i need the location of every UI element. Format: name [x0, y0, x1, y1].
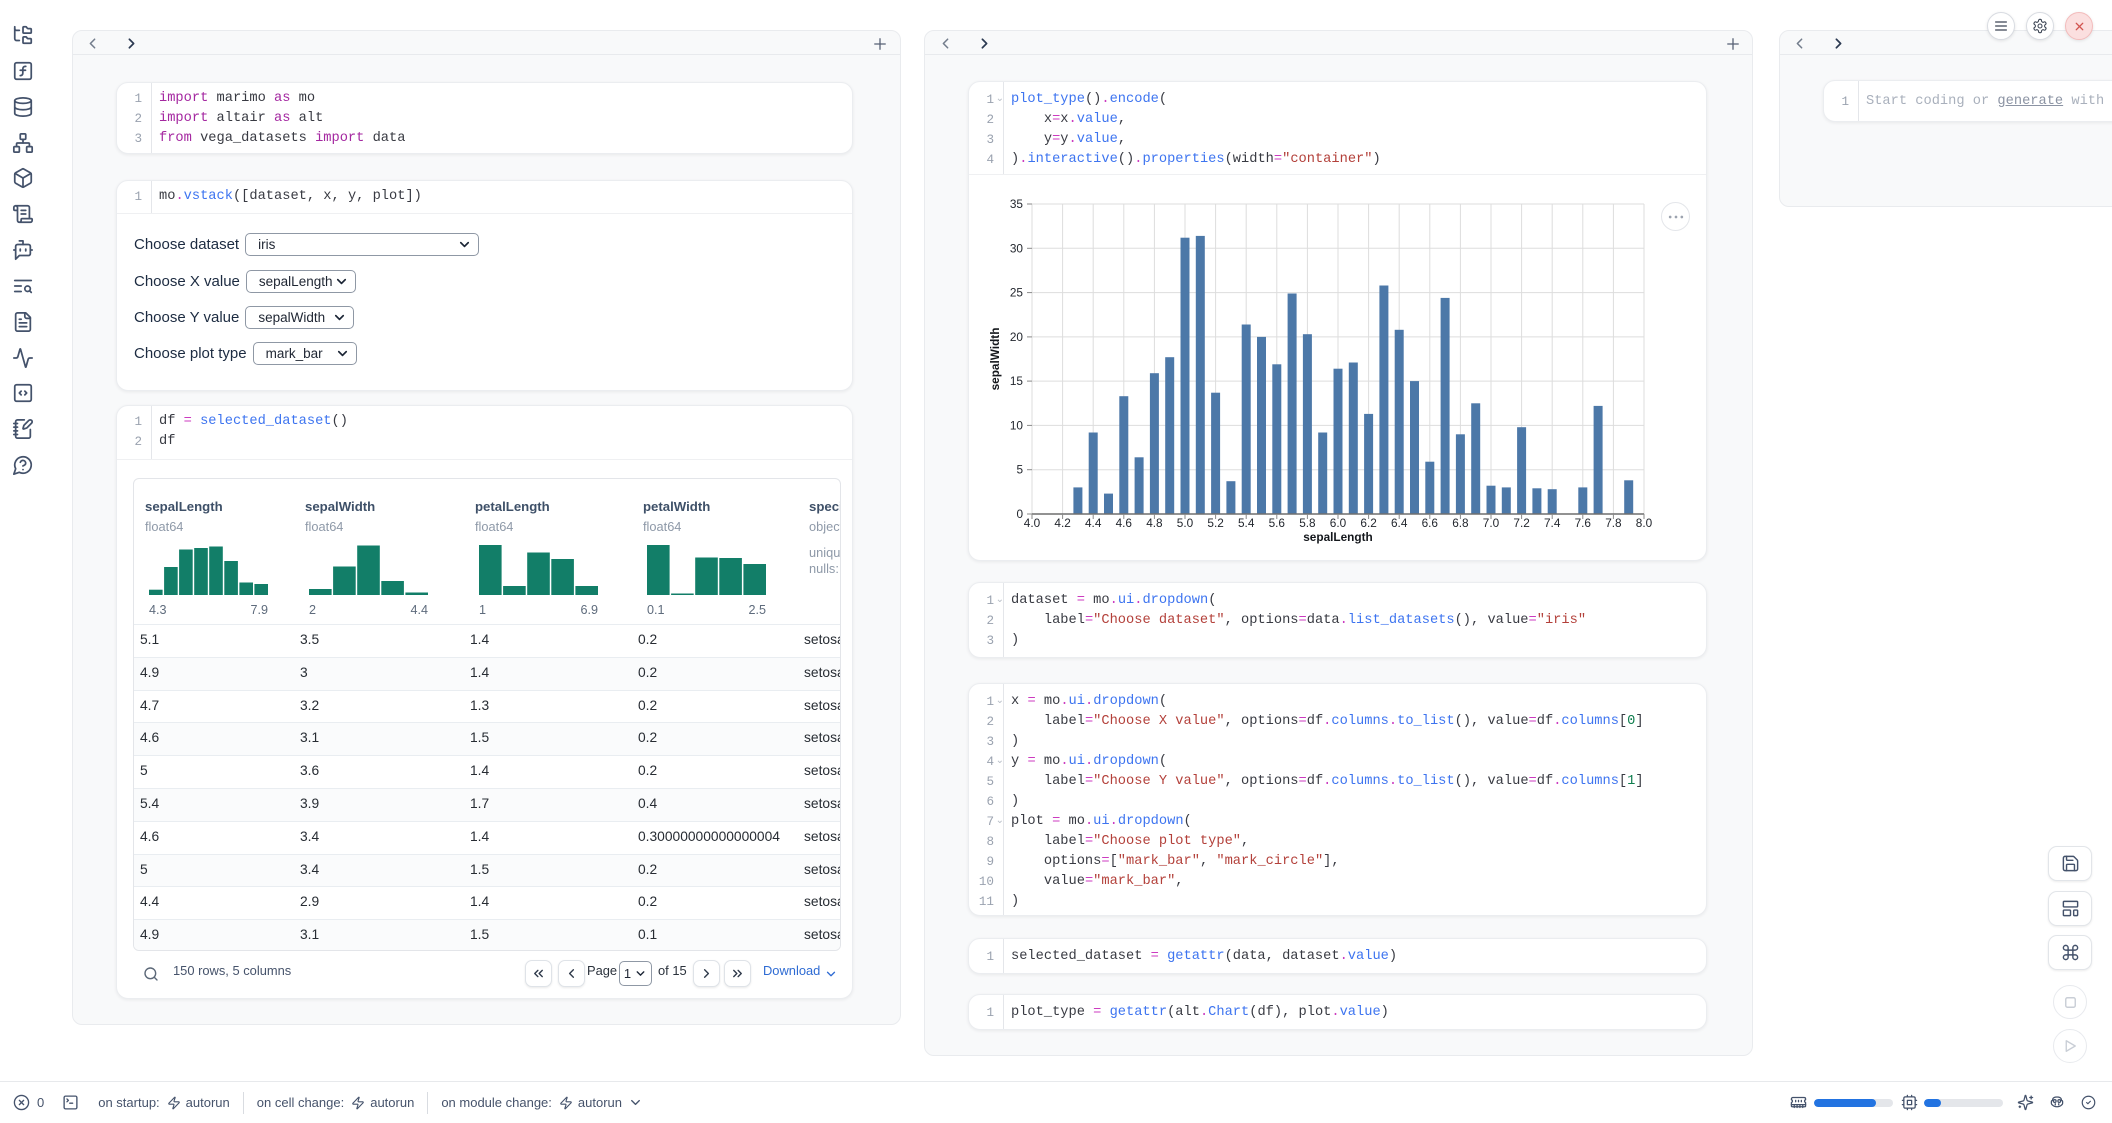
svg-text:6.6: 6.6 — [1422, 516, 1439, 530]
svg-text:7.2: 7.2 — [1513, 516, 1529, 530]
svg-text:5.2: 5.2 — [1207, 516, 1223, 530]
svg-text:25: 25 — [1010, 286, 1024, 300]
svg-text:5.8: 5.8 — [1299, 516, 1316, 530]
svg-text:5.6: 5.6 — [1269, 516, 1286, 530]
svg-text:5.0: 5.0 — [1177, 516, 1194, 530]
svg-text:sepalLength: sepalLength — [1303, 530, 1372, 544]
svg-text:6.8: 6.8 — [1452, 516, 1469, 530]
svg-text:6.0: 6.0 — [1330, 516, 1347, 530]
svg-text:6.2: 6.2 — [1360, 516, 1376, 530]
svg-text:35: 35 — [1010, 197, 1024, 211]
svg-text:0: 0 — [1016, 507, 1023, 521]
svg-text:4.8: 4.8 — [1146, 516, 1163, 530]
svg-text:4.6: 4.6 — [1116, 516, 1133, 530]
svg-text:7.8: 7.8 — [1605, 516, 1622, 530]
svg-text:7.4: 7.4 — [1544, 516, 1561, 530]
svg-text:5: 5 — [1016, 463, 1023, 477]
svg-text:10: 10 — [1010, 418, 1024, 432]
svg-text:6.4: 6.4 — [1391, 516, 1408, 530]
svg-text:4.2: 4.2 — [1054, 516, 1070, 530]
svg-text:8.0: 8.0 — [1636, 516, 1653, 530]
svg-text:20: 20 — [1010, 330, 1024, 344]
svg-text:30: 30 — [1010, 241, 1024, 255]
svg-text:7.6: 7.6 — [1575, 516, 1592, 530]
svg-text:7.0: 7.0 — [1483, 516, 1500, 530]
svg-text:sepalWidth: sepalWidth — [988, 328, 1002, 391]
svg-text:5.4: 5.4 — [1238, 516, 1255, 530]
svg-text:4.4: 4.4 — [1085, 516, 1102, 530]
svg-text:15: 15 — [1010, 374, 1024, 388]
svg-text:4.0: 4.0 — [1024, 516, 1041, 530]
